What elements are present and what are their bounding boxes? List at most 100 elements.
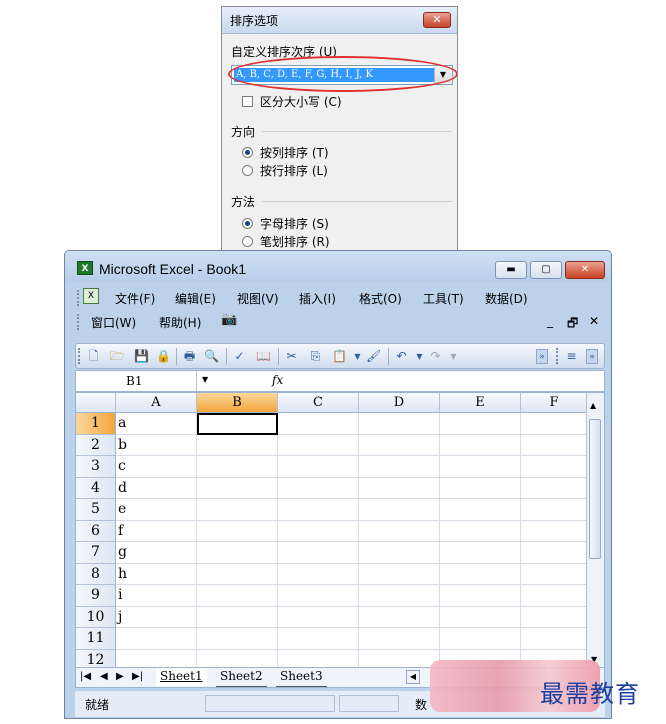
chevron-down-icon[interactable]: ▼ <box>350 349 365 364</box>
table-cell[interactable]: g <box>116 542 197 564</box>
table-cell[interactable] <box>359 628 440 650</box>
table-cell[interactable] <box>521 413 588 435</box>
table-cell[interactable] <box>440 542 521 564</box>
table-cell[interactable] <box>116 649 197 667</box>
last-sheet-icon[interactable]: ▶| <box>132 671 143 682</box>
table-cell[interactable]: h <box>116 563 197 585</box>
table-cell[interactable] <box>521 456 588 478</box>
first-sheet-icon[interactable]: |◀ <box>80 671 91 682</box>
column-header-b[interactable]: B <box>197 393 278 413</box>
undo-icon[interactable]: ↶ <box>394 349 409 364</box>
column-header-d[interactable]: D <box>359 393 440 413</box>
table-cell[interactable] <box>278 434 359 456</box>
table-cell[interactable] <box>197 499 278 521</box>
table-cell[interactable]: c <box>116 456 197 478</box>
table-cell[interactable] <box>521 606 588 628</box>
sheet-tab-sheet3[interactable]: Sheet3 <box>276 668 327 687</box>
table-cell[interactable]: j <box>116 606 197 628</box>
table-cell[interactable] <box>440 563 521 585</box>
stroke-radio[interactable] <box>242 236 253 247</box>
camera-icon[interactable]: 📷 <box>221 312 237 327</box>
menu-help[interactable]: 帮助(H) <box>159 314 201 331</box>
row-header[interactable]: 11 <box>76 628 116 650</box>
chevron-down-icon[interactable]: ▼ <box>412 349 427 364</box>
table-cell[interactable] <box>521 542 588 564</box>
table-cell[interactable] <box>440 628 521 650</box>
insert-function-icon[interactable]: fx <box>272 373 283 387</box>
table-cell[interactable] <box>521 499 588 521</box>
scroll-left-icon[interactable]: ◀ <box>406 670 420 684</box>
row-header[interactable]: 2 <box>76 434 116 456</box>
table-cell[interactable] <box>116 628 197 650</box>
table-cell[interactable] <box>440 456 521 478</box>
table-cell[interactable] <box>359 413 440 435</box>
table-cell[interactable] <box>521 563 588 585</box>
table-cell[interactable]: d <box>116 477 197 499</box>
table-cell[interactable] <box>440 477 521 499</box>
column-header-a[interactable]: A <box>116 393 197 413</box>
sheet-tab-sheet1[interactable]: Sheet1 <box>156 668 207 686</box>
table-cell[interactable] <box>197 542 278 564</box>
column-header-c[interactable]: C <box>278 393 359 413</box>
table-cell[interactable] <box>197 477 278 499</box>
toolbar-grip[interactable] <box>77 290 82 306</box>
table-cell[interactable] <box>521 628 588 650</box>
table-cell[interactable] <box>521 585 588 607</box>
table-cell[interactable] <box>278 542 359 564</box>
prev-sheet-icon[interactable]: ◀ <box>100 671 108 682</box>
table-cell[interactable]: i <box>116 585 197 607</box>
row-header[interactable]: 3 <box>76 456 116 478</box>
table-cell[interactable] <box>197 563 278 585</box>
vertical-scrollbar[interactable]: ▲ ▼ <box>586 393 604 667</box>
table-cell[interactable] <box>197 434 278 456</box>
row-header[interactable]: 6 <box>76 520 116 542</box>
row-header[interactable]: 4 <box>76 477 116 499</box>
table-cell[interactable] <box>278 456 359 478</box>
row-header[interactable]: 8 <box>76 563 116 585</box>
chevron-down-icon[interactable]: ▼ <box>202 375 208 384</box>
menu-format[interactable]: 格式(O) <box>359 290 402 307</box>
table-cell[interactable] <box>278 585 359 607</box>
research-icon[interactable]: 📖 <box>256 349 271 364</box>
row-header[interactable]: 1 <box>76 413 116 435</box>
menu-file[interactable]: 文件(F) <box>115 290 155 307</box>
permission-icon[interactable]: 🔒 <box>156 349 171 364</box>
maximize-button[interactable]: ▢ <box>530 261 562 279</box>
row-header[interactable]: 12 <box>76 649 116 667</box>
doc-restore-button[interactable]: 🗗 <box>567 314 578 335</box>
align-icon[interactable]: ≡ <box>564 349 579 364</box>
table-cell[interactable] <box>278 606 359 628</box>
row-header[interactable]: 7 <box>76 542 116 564</box>
table-cell[interactable] <box>521 477 588 499</box>
table-cell[interactable] <box>440 606 521 628</box>
workbook-icon[interactable]: X <box>83 288 99 304</box>
table-cell[interactable] <box>440 413 521 435</box>
table-cell[interactable] <box>359 434 440 456</box>
table-cell[interactable] <box>359 542 440 564</box>
table-cell[interactable] <box>440 585 521 607</box>
menu-data[interactable]: 数据(D) <box>485 290 528 307</box>
table-cell[interactable] <box>440 499 521 521</box>
table-cell[interactable] <box>359 456 440 478</box>
table-cell[interactable] <box>521 434 588 456</box>
table-cell[interactable] <box>359 477 440 499</box>
table-cell[interactable] <box>359 606 440 628</box>
doc-close-button[interactable]: ✕ <box>589 314 599 328</box>
table-cell[interactable] <box>359 499 440 521</box>
print-preview-icon[interactable]: 🔍 <box>204 349 219 364</box>
column-header-e[interactable]: E <box>440 393 521 413</box>
spelling-icon[interactable]: ✓ <box>232 349 247 364</box>
table-cell[interactable] <box>521 520 588 542</box>
row-header[interactable]: 10 <box>76 606 116 628</box>
case-sensitive-checkbox[interactable] <box>242 96 253 107</box>
alphabetical-radio[interactable] <box>242 218 253 229</box>
table-cell[interactable] <box>197 649 278 667</box>
table-cell[interactable] <box>278 499 359 521</box>
menu-tools[interactable]: 工具(T) <box>423 290 464 307</box>
table-cell[interactable] <box>278 628 359 650</box>
format-painter-icon[interactable]: 🖌 <box>366 349 381 364</box>
save-icon[interactable]: 💾 <box>134 349 149 364</box>
menu-view[interactable]: 视图(V) <box>237 290 279 307</box>
scroll-up-icon[interactable]: ▲ <box>590 401 596 410</box>
table-cell[interactable]: f <box>116 520 197 542</box>
